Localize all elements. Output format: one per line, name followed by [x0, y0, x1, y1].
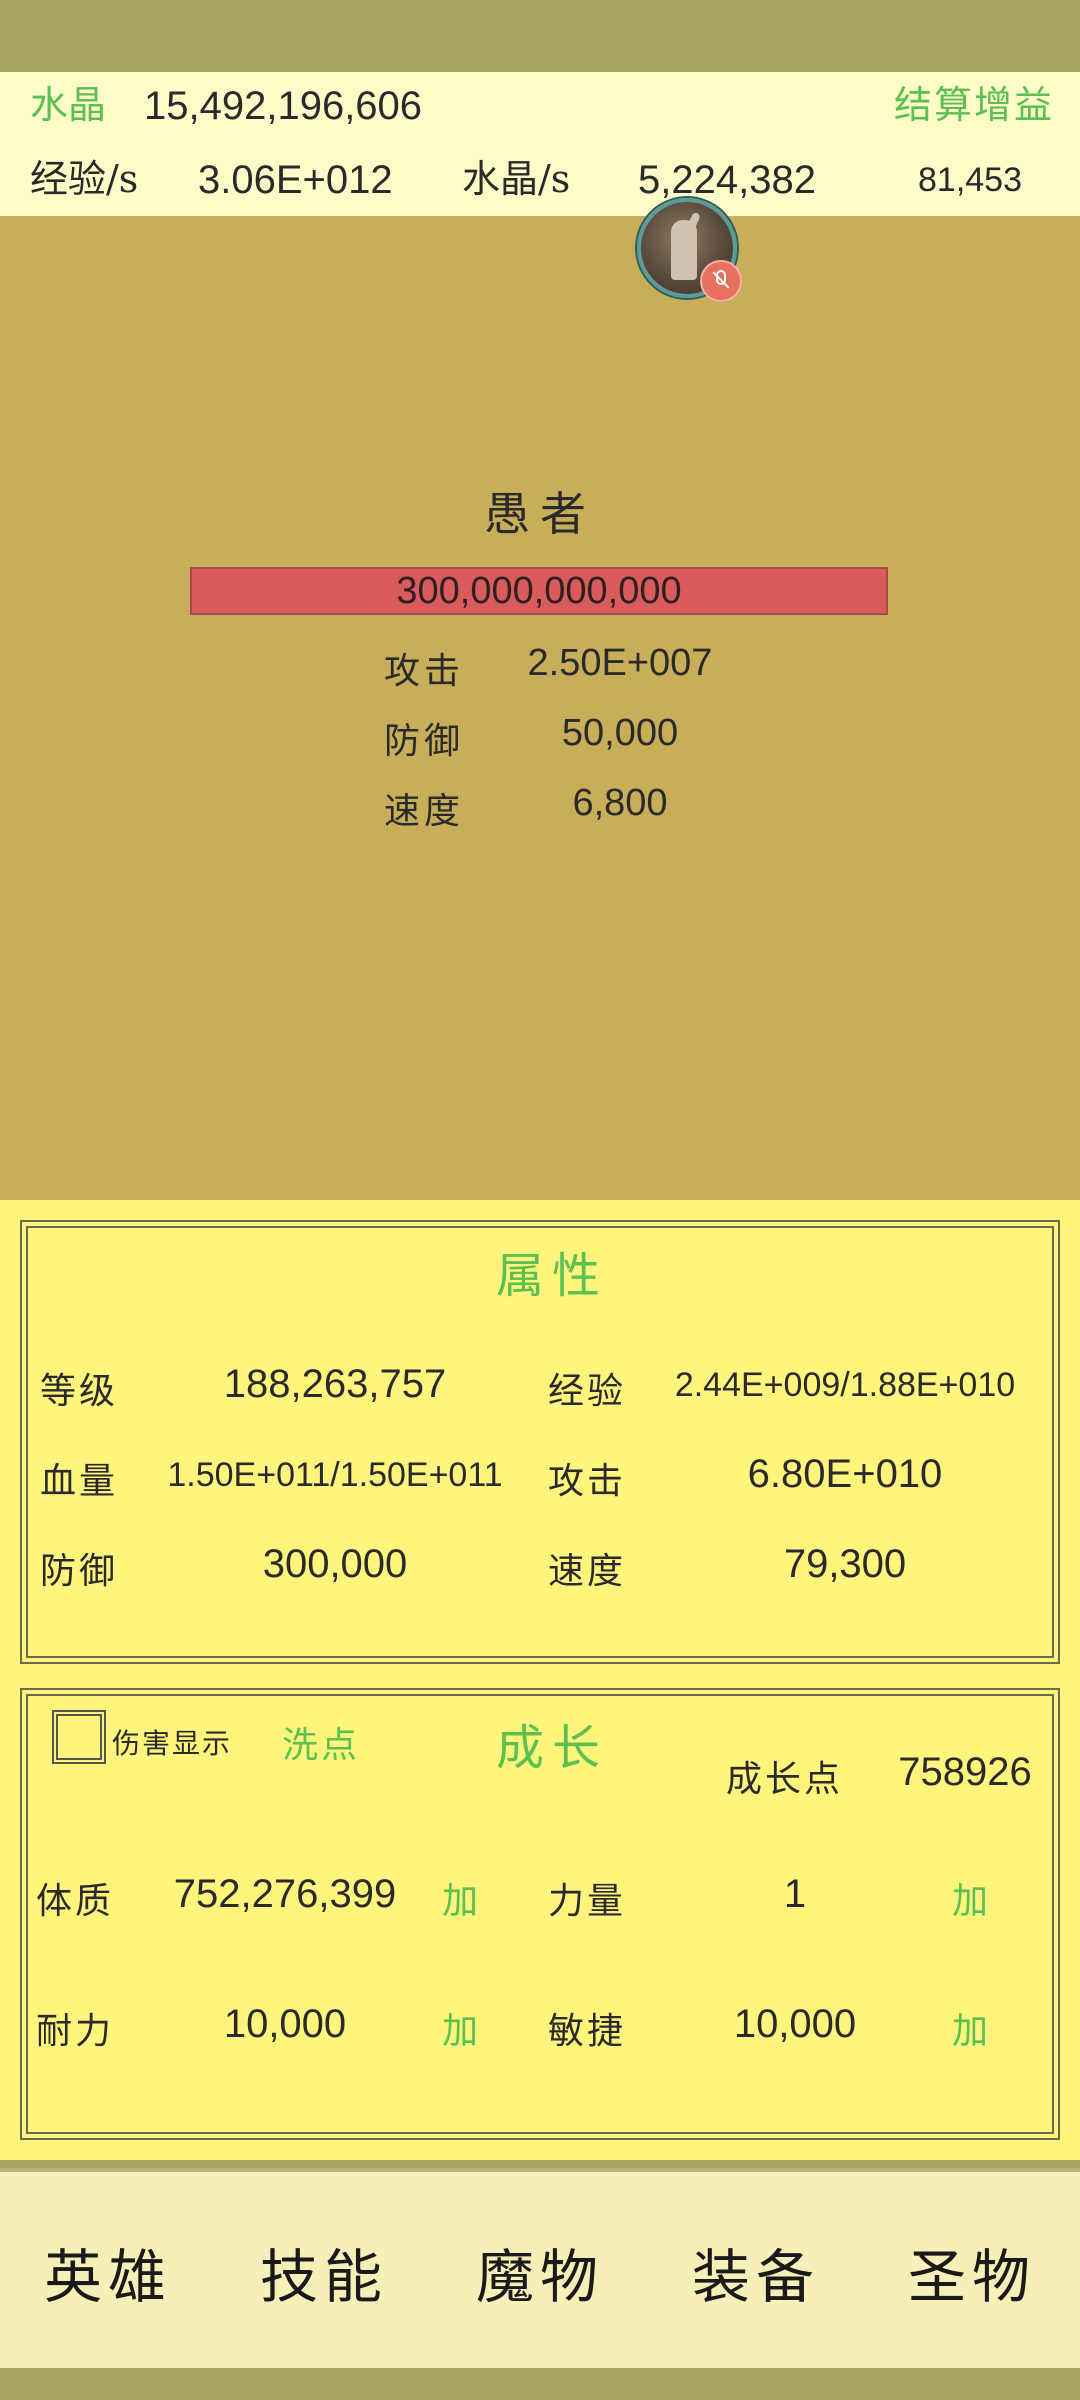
exp-rate-label: 经验/s [30, 157, 139, 201]
attack-value: 6.80E+010 [747, 1452, 943, 1496]
endurance-label: 耐力 [36, 2011, 115, 2052]
strength-label: 力量 [548, 1881, 627, 1922]
nav-tab-relics[interactable]: 圣物 [864, 2230, 1080, 2314]
exp-label: 经验 [548, 1371, 627, 1412]
mic-muted-icon[interactable] [700, 260, 742, 302]
constitution-value: 752,276,399 [173, 1872, 397, 1916]
attack-label: 攻击 [548, 1461, 627, 1502]
strength-value: 1 [783, 1872, 807, 1916]
damage-display-checkbox[interactable] [52, 1710, 106, 1764]
enemy-hp-bar: 300,000,000,000 [190, 567, 888, 615]
speed-label: 速度 [548, 1551, 627, 1592]
constitution-label: 体质 [36, 1881, 115, 1922]
enemy-attack-value: 2.50E+007 [527, 642, 713, 684]
defense-label: 防御 [40, 1551, 119, 1592]
exp-rate-value: 3.06E+012 [198, 158, 393, 202]
crystal-value: 15,492,196,606 [144, 84, 423, 128]
nav-tab-equipment[interactable]: 装备 [648, 2230, 864, 2314]
enemy-name: 愚者 [484, 487, 596, 541]
settle-bonus-button[interactable]: 结算增益 [894, 86, 1054, 124]
extra-value: 81,453 [918, 161, 1022, 199]
hp-label: 血量 [40, 1461, 119, 1502]
agility-value: 10,000 [733, 2002, 857, 2046]
crystal-label: 水晶 [30, 83, 107, 127]
endurance-add-button[interactable]: 加 [442, 2002, 478, 2054]
hp-value: 1.50E+011/1.50E+011 [167, 1456, 503, 1494]
damage-display-label: 伤害显示 [112, 1727, 233, 1760]
enemy-speed-value: 6,800 [572, 782, 668, 824]
enemy-attack-label: 攻击 [384, 651, 465, 692]
growth-points-label: 成长点 [726, 1759, 844, 1800]
enemy-speed-label: 速度 [384, 791, 465, 832]
agility-add-button[interactable]: 加 [952, 2002, 988, 2054]
growth-points-value: 758926 [898, 1750, 1032, 1794]
enemy-defense-label: 防御 [384, 721, 465, 762]
strength-add-button[interactable]: 加 [952, 1872, 988, 1924]
endurance-value: 10,000 [223, 2002, 347, 2046]
nav-tab-heroes[interactable]: 英雄 [0, 2230, 216, 2314]
crystal-rate-label: 水晶/s [462, 157, 571, 201]
nav-tab-skills[interactable]: 技能 [216, 2230, 432, 2314]
level-label: 等级 [40, 1371, 119, 1412]
enemy-hp-value: 300,000,000,000 [396, 570, 682, 612]
wash-points-button[interactable]: 洗点 [282, 1716, 360, 1768]
level-value: 188,263,757 [223, 1362, 447, 1406]
attributes-title: 属性 [496, 1248, 609, 1304]
defense-value: 300,000 [262, 1542, 408, 1586]
enemy-defense-value: 50,000 [561, 712, 679, 754]
exp-value: 2.44E+009/1.88E+010 [674, 1366, 1016, 1404]
nav-tab-monsters[interactable]: 魔物 [432, 2230, 648, 2314]
growth-title: 成长 [496, 1720, 609, 1776]
constitution-add-button[interactable]: 加 [442, 1872, 478, 1924]
speed-value: 79,300 [783, 1542, 907, 1586]
crystal-rate-value: 5,224,382 [638, 158, 816, 202]
battle-area [0, 216, 1080, 1200]
agility-label: 敏捷 [548, 2011, 627, 2052]
